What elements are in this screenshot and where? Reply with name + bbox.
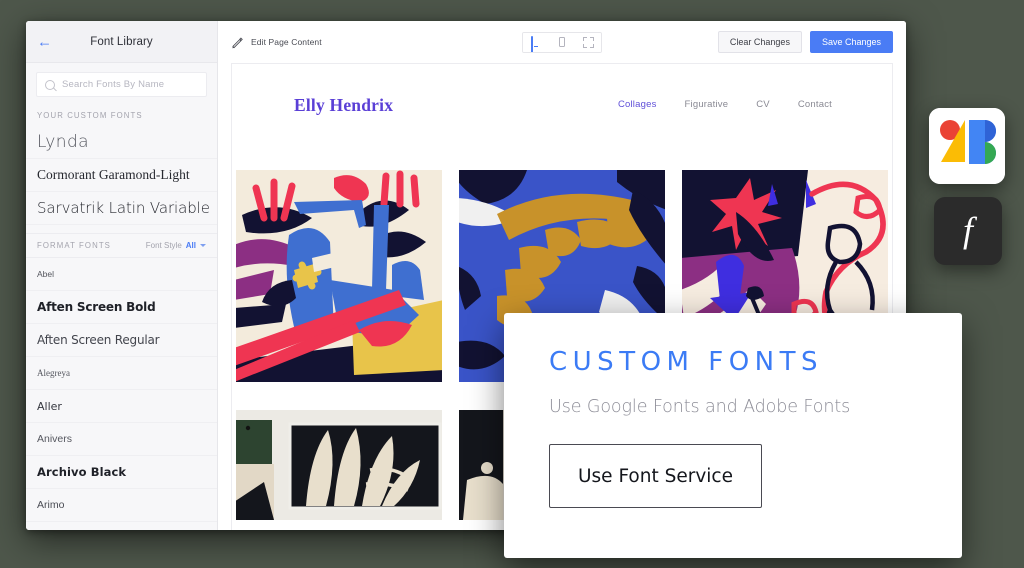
font-style-filter[interactable]: Font Style All: [146, 241, 206, 250]
list-item[interactable]: Archivo Black: [26, 456, 217, 489]
site-nav-link-cv[interactable]: CV: [756, 99, 770, 110]
site-nav-link-collages[interactable]: Collages: [618, 99, 657, 110]
font-preview-label: Abel: [37, 269, 55, 279]
use-font-service-button[interactable]: Use Font Service: [549, 444, 762, 508]
editor-toolbar: Edit Page Content Clear Changes Save Cha…: [218, 21, 906, 63]
google-fonts-logo[interactable]: [929, 108, 1005, 184]
custom-fonts-title: CUSTOM FONTS: [549, 347, 823, 377]
font-preview-label: Aften Screen Regular: [37, 333, 160, 347]
clear-changes-button[interactable]: Clear Changes: [717, 31, 802, 53]
adobe-fonts-f-icon: f: [962, 209, 973, 250]
font-preview-label: Aften Screen Bold: [37, 300, 156, 314]
search-box[interactable]: [36, 72, 207, 97]
search-icon: [45, 79, 55, 90]
font-preview-label: Cormorant Garamond-Light: [37, 167, 190, 182]
site-nav-links: Collages Figurative CV Contact: [618, 95, 864, 110]
gallery-tile[interactable]: [236, 170, 442, 382]
font-preview-label: Anivers: [37, 433, 73, 445]
monitor-icon: [530, 36, 542, 52]
chevron-down-icon: [200, 244, 206, 247]
custom-fonts-subtitle: Use Google Fonts and Adobe Fonts: [549, 397, 851, 417]
back-arrow-icon[interactable]: ←: [37, 34, 52, 49]
font-preview-label: Lynda: [37, 132, 89, 152]
toolbar-actions: Clear Changes Save Changes: [717, 31, 893, 53]
list-item[interactable]: Sarvatrik Latin Variable: [26, 192, 217, 225]
font-preview-label: Aller: [37, 399, 62, 413]
search-container: [26, 63, 217, 105]
gallery-tile[interactable]: [236, 409, 442, 520]
list-item[interactable]: Aller: [26, 390, 217, 423]
desktop-view-button[interactable]: [523, 32, 549, 52]
custom-fonts-card: CUSTOM FONTS Use Google Fonts and Adobe …: [504, 313, 962, 558]
list-item[interactable]: Cormorant Garamond-Light: [26, 159, 217, 192]
list-item[interactable]: Aften Screen Bold: [26, 291, 217, 324]
list-item[interactable]: Lynda: [26, 126, 217, 159]
list-item[interactable]: Abel: [26, 258, 217, 291]
sidebar-header: ← Font Library: [26, 21, 217, 63]
font-preview-label: Alegreya: [37, 368, 70, 378]
list-item[interactable]: Alegreya: [26, 357, 217, 390]
site-header: Elly Hendrix Collages Figurative CV Cont…: [232, 64, 892, 170]
fullscreen-view-button[interactable]: [575, 32, 601, 52]
font-style-label: Font Style: [145, 241, 182, 250]
edit-page-content-button[interactable]: Edit Page Content: [231, 36, 322, 49]
site-nav-link-figurative[interactable]: Figurative: [685, 99, 729, 110]
format-fonts-header: FORMAT FONTS Font Style All: [26, 233, 217, 258]
font-preview-label: Archivo Black: [37, 465, 127, 479]
font-preview-label: Sarvatrik Latin Variable: [37, 199, 210, 217]
format-fonts-list: Abel Aften Screen Bold Aften Screen Regu…: [26, 258, 217, 530]
adobe-fonts-logo[interactable]: f: [934, 197, 1002, 265]
format-fonts-section-label: FORMAT FONTS: [37, 241, 111, 250]
custom-fonts-section-label: YOUR CUSTOM FONTS: [37, 111, 143, 120]
page-title: Font Library: [90, 35, 153, 48]
font-preview-label: Arimo: [37, 499, 65, 511]
site-nav-link-contact[interactable]: Contact: [798, 99, 832, 110]
site-logo[interactable]: Elly Hendrix: [294, 95, 393, 116]
list-item[interactable]: Aften Screen Regular: [26, 324, 217, 357]
edit-page-content-label: Edit Page Content: [251, 37, 322, 47]
pencil-icon: [231, 36, 244, 49]
list-item[interactable]: Arimo: [26, 489, 217, 522]
font-style-value: All: [185, 241, 196, 250]
list-item[interactable]: Anivers: [26, 423, 217, 456]
font-library-sidebar: ← Font Library YOUR CUSTOM FONTS Lynda C…: [26, 21, 218, 530]
mobile-view-button[interactable]: [549, 32, 575, 52]
save-changes-button[interactable]: Save Changes: [809, 31, 893, 53]
phone-icon: [558, 37, 566, 47]
search-input[interactable]: [62, 79, 198, 90]
custom-fonts-list: Lynda Cormorant Garamond-Light Sarvatrik…: [26, 126, 217, 233]
expand-icon: [582, 36, 594, 48]
device-view-toggle: [522, 31, 602, 53]
